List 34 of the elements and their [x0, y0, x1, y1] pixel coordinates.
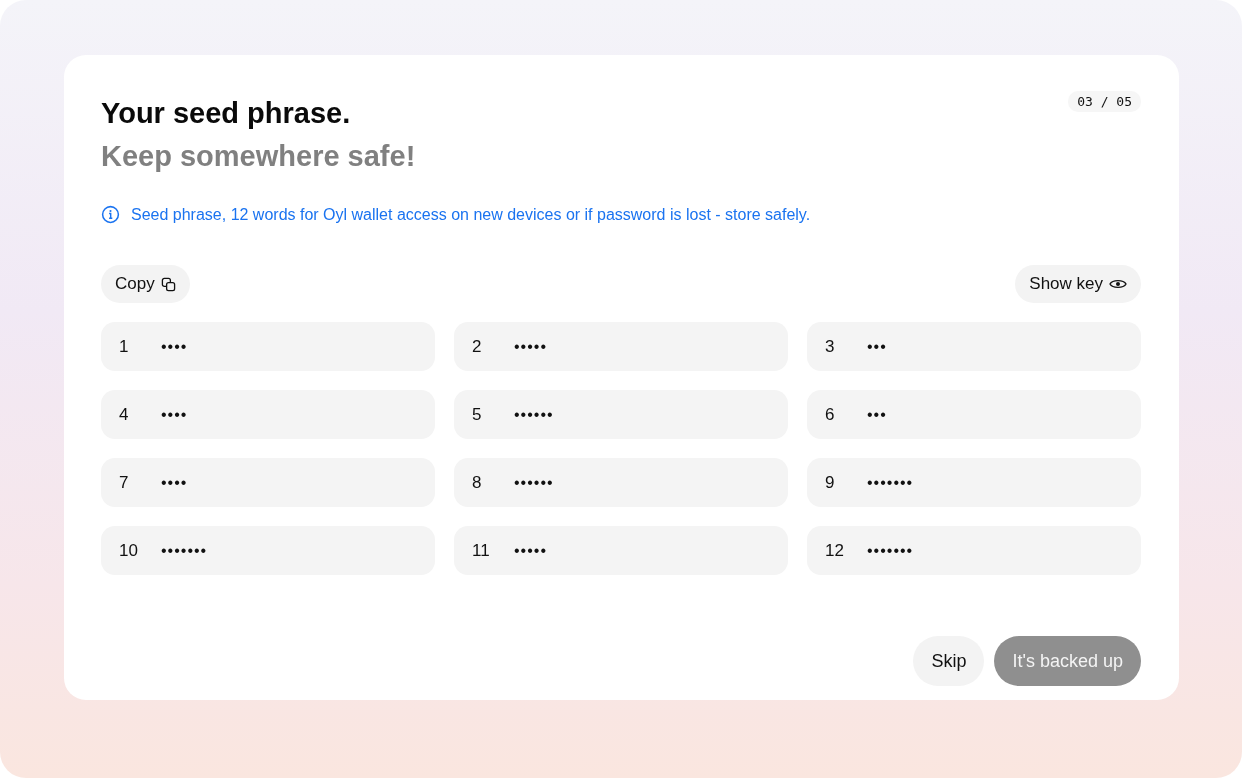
- masked-word: •••••••: [161, 541, 208, 560]
- word-number: 8: [472, 472, 483, 493]
- skip-button[interactable]: Skip: [913, 636, 985, 686]
- masked-word: •••: [867, 337, 887, 356]
- masked-word: •••••: [514, 541, 547, 560]
- word-number: 7: [119, 472, 130, 493]
- step-counter: 03 / 05: [1068, 91, 1141, 112]
- word-number: 6: [825, 404, 836, 425]
- word-number: 5: [472, 404, 483, 425]
- word-number: 3: [825, 336, 836, 357]
- word-number: 10: [119, 540, 139, 561]
- masked-word: •••••: [514, 337, 547, 356]
- eye-icon: [1109, 277, 1127, 291]
- masked-word: ••••: [161, 473, 188, 492]
- word-number: 1: [119, 336, 130, 357]
- word-number: 2: [472, 336, 483, 357]
- copy-icon: [160, 276, 176, 292]
- word-number: 9: [825, 472, 836, 493]
- masked-word: ••••••: [514, 405, 554, 424]
- masked-word: ••••: [161, 337, 188, 356]
- word-number: 12: [825, 540, 845, 561]
- info-text: Seed phrase, 12 words for Oyl wallet access on new devices or if password is lost - store safely.: [131, 205, 811, 224]
- masked-word: ••••••: [514, 473, 554, 492]
- word-number: 4: [119, 404, 130, 425]
- word-number: 11: [472, 540, 491, 561]
- masked-word: •••: [867, 405, 887, 424]
- show-key-button[interactable]: Show key: [1015, 265, 1141, 303]
- masked-word: ••••: [161, 405, 188, 424]
- copy-button[interactable]: Copy: [101, 265, 190, 303]
- subtitle: Keep somewhere safe!: [101, 140, 416, 173]
- masked-word: •••••••: [867, 473, 914, 492]
- info-icon: [101, 205, 120, 224]
- title: Your seed phrase.: [101, 97, 352, 130]
- masked-word: •••••••: [867, 541, 914, 560]
